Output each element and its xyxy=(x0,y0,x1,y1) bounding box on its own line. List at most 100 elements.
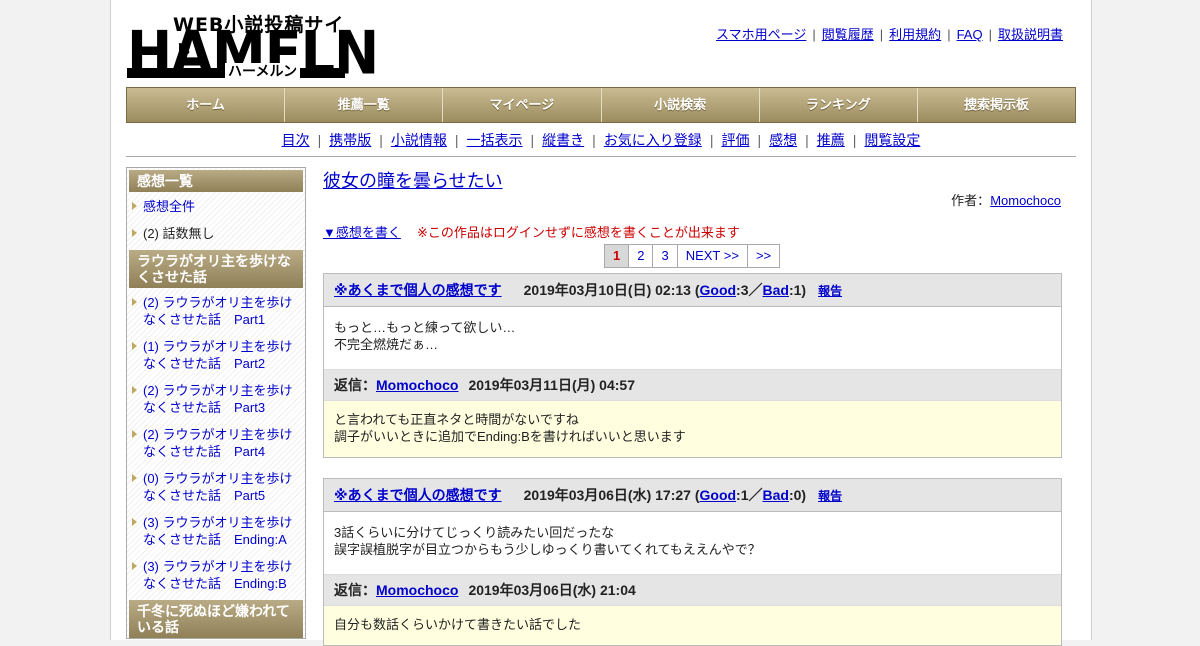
sidebar-link[interactable]: (2) ラウラがオリ主を歩けなくさせた話 Part3 xyxy=(143,383,293,415)
subnav-view-settings[interactable]: 閲覧設定 xyxy=(864,132,920,148)
novel-title[interactable]: 彼女の瞳を曇らせたい xyxy=(323,167,503,193)
sidebar-link[interactable]: (3) ラウラがオリ主を歩けなくさせた話 Ending:A xyxy=(143,515,293,547)
review-body: もっと…もっと練って欲しい… 不完全燃焼だぁ… xyxy=(324,307,1061,369)
arrow-icon xyxy=(132,518,137,526)
separator: | xyxy=(805,132,809,148)
page-2[interactable]: 2 xyxy=(629,245,654,267)
subnav-rating[interactable]: 評価 xyxy=(721,132,749,148)
pagination: 1 2 3 NEXT >> >> xyxy=(604,244,781,268)
menu-recommendations[interactable]: 推薦一覧 xyxy=(285,88,444,122)
arrow-icon xyxy=(132,202,137,210)
report-link[interactable]: 報告 xyxy=(818,489,842,503)
sidebar-item-part2[interactable]: (1) ラウラがオリ主を歩けなくさせた話 Part2 xyxy=(127,336,305,374)
reply-text-line: 調子がいいときに追加でEnding:Bを書ければいいと思います xyxy=(334,429,686,444)
report-link[interactable]: 報告 xyxy=(818,284,842,298)
page-next[interactable]: NEXT >> xyxy=(678,245,748,267)
subnav-mobile[interactable]: 携帯版 xyxy=(329,132,371,148)
good-link[interactable]: Good xyxy=(700,487,737,503)
reply-date: 2019年03月11日(月) 04:57 xyxy=(468,377,635,393)
sidebar-link[interactable]: (1) ラウラがオリ主を歩けなくさせた話 Part2 xyxy=(143,339,293,371)
separator: | xyxy=(757,132,762,148)
review-header: ※あくまで個人の感想です 2019年03月10日(日) 02:13 (Good:3… xyxy=(324,274,1061,307)
sidebar-link[interactable]: 感想全件 xyxy=(143,199,195,214)
good-count: :1／ xyxy=(736,487,763,503)
reply-author-link[interactable]: Momochoco xyxy=(376,582,458,598)
review-sidebar: 感想一覧 感想全件 (2) 話数無し ラウラがオリ主を歩けなくさせた話 (2) … xyxy=(126,167,306,639)
bad-link[interactable]: Bad xyxy=(763,282,789,298)
faq-link[interactable]: FAQ xyxy=(957,27,983,42)
arrow-icon xyxy=(132,430,137,438)
reply-date: 2019年03月06日(水) 21:04 xyxy=(468,582,636,598)
separator: | xyxy=(454,132,459,148)
subnav-show-all[interactable]: 一括表示 xyxy=(467,132,523,148)
write-review-link[interactable]: ▼感想を書く xyxy=(323,222,401,241)
sidebar-item-nochapter: (2) 話数無し xyxy=(127,223,305,244)
menu-mypage[interactable]: マイページ xyxy=(443,88,602,122)
sidebar-item-ending-a[interactable]: (3) ラウラがオリ主を歩けなくさせた話 Ending:A xyxy=(127,512,305,550)
divider xyxy=(126,156,1076,157)
sidebar-item-part3[interactable]: (2) ラウラがオリ主を歩けなくさせた話 Part3 xyxy=(127,380,305,418)
sidebar-item-ending-b[interactable]: (3) ラウラがオリ主を歩けなくさせた話 Ending:B xyxy=(127,556,305,594)
bad-count: :0) xyxy=(788,487,807,503)
arrow-icon xyxy=(132,342,137,350)
separator: | xyxy=(947,27,951,42)
page-3[interactable]: 3 xyxy=(653,245,678,267)
separator: | xyxy=(988,27,992,42)
smartphone-page-link[interactable]: スマホ用ページ xyxy=(716,27,806,42)
arrow-icon xyxy=(132,229,137,237)
login-notice: ※この作品はログインせずに感想を書くことが出来ます xyxy=(417,225,740,240)
page-container: WEB小説投稿サイト HAMELN ハーメルン スマホ用ページ | 閲覧履歴 | 利用規… xyxy=(110,0,1092,646)
reply-label: 返信： xyxy=(334,582,376,598)
reviewer-link[interactable]: ※あくまで個人の感想です xyxy=(334,282,502,298)
reply-header: 返信：Momochoco 2019年03月11日(月) 04:57 xyxy=(324,369,1061,400)
site-logo[interactable]: WEB小説投稿サイト HAMELN ハーメルン xyxy=(127,10,379,83)
reviewer-link[interactable]: ※あくまで個人の感想です xyxy=(334,487,502,503)
manual-link[interactable]: 取扱説明書 xyxy=(998,27,1063,42)
sidebar-link[interactable]: (0) ラウラがオリ主を歩けなくさせた話 Part5 xyxy=(143,471,293,503)
arrow-icon xyxy=(132,474,137,482)
sidebar-heading-series: ラウラがオリ主を歩けなくさせた話 xyxy=(129,250,303,288)
page-last[interactable]: >> xyxy=(748,245,779,267)
review-card: ※あくまで個人の感想です 2019年03月10日(日) 02:13 (Good:3… xyxy=(323,273,1062,458)
bad-link[interactable]: Bad xyxy=(763,487,789,503)
separator: | xyxy=(879,27,884,42)
subnav-toc[interactable]: 目次 xyxy=(282,132,310,148)
good-count: :3／ xyxy=(736,282,763,298)
good-link[interactable]: Good xyxy=(700,282,737,298)
sidebar-item-part1[interactable]: (2) ラウラがオリ主を歩けなくさせた話 Part1 xyxy=(127,292,305,330)
separator: | xyxy=(852,132,857,148)
sidebar-text: (2) 話数無し xyxy=(143,226,215,241)
menu-ranking[interactable]: ランキング xyxy=(759,88,918,122)
author-line: 作者：Momochoco xyxy=(951,190,1061,209)
terms-link[interactable]: 利用規約 xyxy=(889,27,941,42)
history-link[interactable]: 閲覧履歴 xyxy=(822,27,874,42)
subnav-recommend[interactable]: 推薦 xyxy=(817,132,845,148)
review-date: 2019年03月06日(水) 17:27 ( xyxy=(523,487,700,503)
separator: | xyxy=(379,132,383,148)
sidebar-link[interactable]: (2) ラウラがオリ主を歩けなくさせた話 Part4 xyxy=(143,427,293,459)
arrow-icon xyxy=(132,386,137,394)
menu-home[interactable]: ホーム xyxy=(127,88,286,122)
separator: | xyxy=(592,132,596,148)
sidebar-link[interactable]: (3) ラウラがオリ主を歩けなくさせた話 Ending:B xyxy=(143,559,293,591)
author-link[interactable]: Momochoco xyxy=(990,193,1061,208)
sidebar-link[interactable]: (2) ラウラがオリ主を歩けなくさせた話 Part1 xyxy=(143,295,293,327)
sidebar-heading-reviews: 感想一覧 xyxy=(129,170,303,192)
menu-search-board[interactable]: 捜索掲示板 xyxy=(917,88,1076,122)
reply-label: 返信： xyxy=(334,377,376,393)
reply-text-line: 自分も数話くらいかけて書きたい話でした xyxy=(334,617,582,632)
top-links: スマホ用ページ | 閲覧履歴 | 利用規約 | FAQ | 取扱説明書 xyxy=(716,24,1063,43)
subnav-reviews[interactable]: 感想 xyxy=(769,132,797,148)
review-date: 2019年03月10日(日) 02:13 ( xyxy=(523,282,700,298)
subnav-vertical[interactable]: 縦書き xyxy=(542,132,584,148)
page-1: 1 xyxy=(605,245,630,267)
reply-author-link[interactable]: Momochoco xyxy=(376,377,458,393)
review-body: 3話くらいに分けてじっくり読みたい回だったな 誤字誤植脱字が目立つからもう少しゆ… xyxy=(324,512,1061,574)
sidebar-item-part4[interactable]: (2) ラウラがオリ主を歩けなくさせた話 Part4 xyxy=(127,424,305,462)
subnav-favorite[interactable]: お気に入り登録 xyxy=(604,132,702,148)
sidebar-item-part5[interactable]: (0) ラウラがオリ主を歩けなくさせた話 Part5 xyxy=(127,468,305,506)
subnav-novel-info[interactable]: 小説情報 xyxy=(391,132,447,148)
reply-header: 返信：Momochoco 2019年03月06日(水) 21:04 xyxy=(324,574,1061,605)
sidebar-item-all[interactable]: 感想全件 xyxy=(127,196,305,217)
menu-novel-search[interactable]: 小説検索 xyxy=(601,88,760,122)
